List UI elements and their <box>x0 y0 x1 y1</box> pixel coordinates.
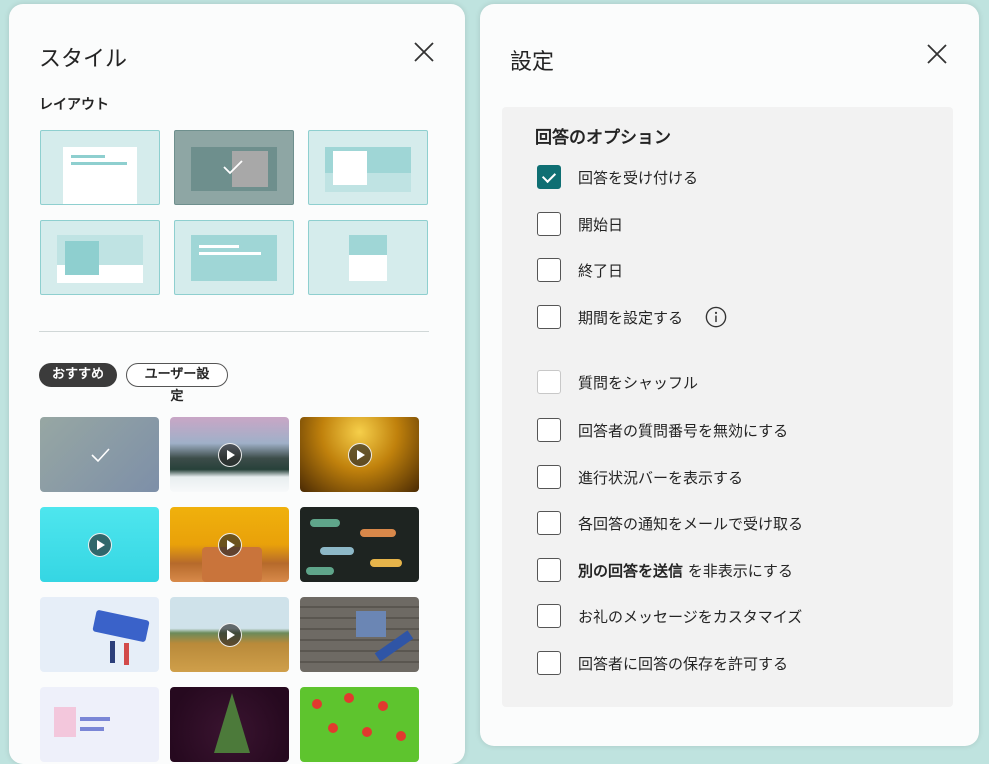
option-accept-responses[interactable]: 回答を受け付ける <box>537 164 698 190</box>
option-label: お礼のメッセージをカスタマイズ <box>578 607 803 626</box>
checkbox[interactable] <box>537 651 561 675</box>
response-options-heading: 回答のオプション <box>535 128 671 148</box>
style-panel: スタイル レイアウト おすすめ ユーザー設定 <box>9 4 465 764</box>
checkbox[interactable] <box>537 258 561 282</box>
tab-custom[interactable]: ユーザー設定 <box>126 363 228 404</box>
close-icon <box>927 44 947 64</box>
checkbox[interactable] <box>537 511 561 535</box>
divider <box>39 331 429 332</box>
theme-thumb-sparkles[interactable] <box>300 417 419 492</box>
info-icon[interactable] <box>705 306 727 328</box>
checkbox-disabled <box>537 370 561 394</box>
checkbox[interactable] <box>537 305 561 329</box>
play-icon <box>217 442 242 467</box>
option-allow-save-response[interactable]: 回答者に回答の保存を許可する <box>537 650 788 676</box>
option-label: 各回答の通知をメールで受け取る <box>578 514 804 533</box>
option-disable-question-numbers[interactable]: 回答者の質問番号を無効にする <box>537 417 788 443</box>
checkbox[interactable] <box>537 604 561 628</box>
theme-thumb-cyan[interactable] <box>40 507 159 582</box>
option-label: 進行状況バーを表示する <box>578 468 744 487</box>
settings-panel-title: 設定 <box>510 50 555 75</box>
theme-thumb-form[interactable] <box>40 687 159 762</box>
option-label: 別の回答を送信 を非表示にする <box>578 560 793 581</box>
theme-thumb-dinosaurs[interactable] <box>300 507 419 582</box>
close-style-button[interactable] <box>412 40 436 64</box>
play-icon <box>87 532 112 557</box>
layout-option-top-banner[interactable] <box>308 130 428 205</box>
option-label: 回答者の質問番号を無効にする <box>578 421 789 440</box>
checkbox[interactable] <box>537 212 561 236</box>
option-label: 期間を設定する <box>578 308 684 327</box>
option-label: 質問をシャッフル <box>578 373 699 392</box>
layout-option-card[interactable] <box>308 220 428 295</box>
option-label: 開始日 <box>578 215 624 234</box>
theme-thumb-cake[interactable] <box>170 507 289 582</box>
option-hide-submit-another[interactable]: 別の回答を送信 を非表示にする <box>537 557 793 583</box>
layout-option-wide-banner[interactable] <box>174 220 294 295</box>
theme-thumb-gift[interactable] <box>300 597 419 672</box>
option-end-date[interactable]: 終了日 <box>537 257 623 283</box>
theme-thumb-tomatoes[interactable] <box>300 687 419 762</box>
close-icon <box>414 42 434 62</box>
theme-thumb-christmas[interactable] <box>170 687 289 762</box>
layout-label: レイアウト <box>39 97 109 113</box>
settings-panel: 設定 回答のオプション 回答を受け付ける 開始日 終了日 期間を設定する 質問を… <box>480 4 979 746</box>
checkbox[interactable] <box>537 465 561 489</box>
option-label: 終了日 <box>578 261 624 280</box>
option-custom-thank-you[interactable]: お礼のメッセージをカスタマイズ <box>537 603 802 629</box>
play-icon <box>347 442 372 467</box>
option-label-bold: 別の回答を送信 <box>578 561 684 580</box>
option-label-rest: を非表示にする <box>683 561 793 580</box>
option-label: 回答者に回答の保存を許可する <box>578 654 789 673</box>
option-start-date[interactable]: 開始日 <box>537 211 623 237</box>
response-options-card: 回答のオプション 回答を受け付ける 開始日 終了日 期間を設定する 質問をシャッ… <box>502 107 953 707</box>
check-icon <box>90 447 110 462</box>
option-label: 回答を受け付ける <box>578 168 699 187</box>
theme-thumb-turbines[interactable] <box>170 597 289 672</box>
style-panel-title: スタイル <box>39 47 128 72</box>
layout-option-form-only[interactable] <box>40 130 160 205</box>
option-email-notification[interactable]: 各回答の通知をメールで受け取る <box>537 510 803 536</box>
close-settings-button[interactable] <box>925 42 949 66</box>
option-show-progress-bar[interactable]: 進行状況バーを表示する <box>537 464 743 490</box>
play-icon <box>217 532 242 557</box>
theme-thumb-mountains[interactable] <box>170 417 289 492</box>
check-icon <box>223 160 243 175</box>
play-icon <box>217 622 242 647</box>
option-shuffle-questions[interactable]: 質問をシャッフル <box>537 369 698 395</box>
checkbox[interactable] <box>537 418 561 442</box>
theme-thumb-rating[interactable] <box>40 597 159 672</box>
layout-option-centered-image[interactable] <box>174 130 294 205</box>
tab-recommended[interactable]: おすすめ <box>39 363 117 387</box>
checkbox[interactable] <box>537 558 561 582</box>
checkbox-checked[interactable] <box>537 165 561 189</box>
layout-option-side-image[interactable] <box>40 220 160 295</box>
option-set-duration[interactable]: 期間を設定する <box>537 304 727 330</box>
theme-thumb-gray[interactable] <box>40 417 159 492</box>
